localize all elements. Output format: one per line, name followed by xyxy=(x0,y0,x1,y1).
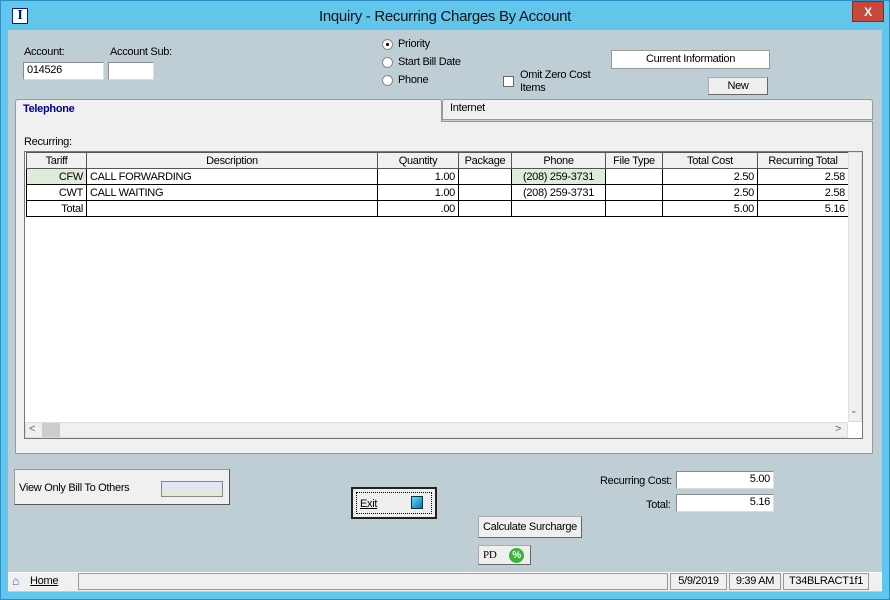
status-time: 9:39 AM xyxy=(729,573,781,590)
status-code: T34BLRACT1f1 xyxy=(783,573,869,590)
account-sub-input[interactable] xyxy=(108,62,154,80)
table-row[interactable]: CWT CALL WAITING 1.00 (208) 259-3731 2.5… xyxy=(26,184,849,201)
cell-recurring-total: 2.58 xyxy=(757,184,849,201)
cell-quantity: 1.00 xyxy=(377,168,459,185)
cell-package xyxy=(458,168,512,185)
status-message xyxy=(78,573,668,590)
tab-internet[interactable]: Internet xyxy=(442,99,873,120)
cell-recurring-total: 5.16 xyxy=(757,200,849,217)
cell-tariff: CWT xyxy=(26,184,87,201)
scroll-left-icon[interactable]: < xyxy=(29,423,35,435)
cell-file-type xyxy=(605,168,663,185)
cell-file-type xyxy=(605,200,663,217)
status-date: 5/9/2019 xyxy=(670,573,727,590)
view-only-label: View Only Bill To Others xyxy=(19,482,130,494)
cell-phone: (208) 259-3731 xyxy=(511,184,606,201)
current-information: Current Information xyxy=(611,50,770,69)
cell-description xyxy=(86,200,378,217)
cell-total-cost: 5.00 xyxy=(662,200,758,217)
close-button[interactable]: X xyxy=(852,1,884,22)
cell-quantity: .00 xyxy=(377,200,459,217)
exit-label: Exit xyxy=(360,498,378,510)
radio-phone-label: Phone xyxy=(398,74,429,86)
recurring-cost-field: 5.00 xyxy=(676,471,774,489)
pd-label: PD xyxy=(483,549,497,561)
account-sub-label: Account Sub: xyxy=(110,46,172,58)
cell-package xyxy=(458,184,512,201)
cell-tariff: CFW xyxy=(26,168,87,185)
radio-start-bill-date-label: Start Bill Date xyxy=(398,56,461,68)
omit-zero-checkbox[interactable] xyxy=(503,76,514,87)
col-package[interactable]: Package xyxy=(458,152,512,169)
calculate-surcharge-button[interactable]: Calculate Surcharge xyxy=(478,516,582,538)
pd-button[interactable]: PD % xyxy=(478,545,531,565)
exit-button[interactable]: Exit xyxy=(351,487,437,519)
view-only-legend[interactable] xyxy=(161,481,223,497)
cell-description: CALL FORWARDING xyxy=(86,168,378,185)
table-row-total[interactable]: Total .00 5.00 5.16 xyxy=(26,200,849,217)
total-field: 5.16 xyxy=(676,494,774,512)
vertical-scrollbar[interactable] xyxy=(848,152,862,422)
cell-total-cost: 2.50 xyxy=(662,168,758,185)
radio-start-bill-date[interactable] xyxy=(382,57,393,68)
col-total-cost[interactable]: Total Cost xyxy=(662,152,758,169)
account-label: Account: xyxy=(24,46,65,58)
cell-phone xyxy=(511,200,606,217)
recurring-label: Recurring: xyxy=(24,136,72,148)
scroll-right-icon[interactable]: > xyxy=(835,423,841,435)
col-quantity[interactable]: Quantity xyxy=(377,152,459,169)
home-icon[interactable]: ⌂ xyxy=(12,574,19,588)
cell-quantity: 1.00 xyxy=(377,184,459,201)
radio-priority-label: Priority xyxy=(398,38,430,50)
radio-phone[interactable] xyxy=(382,75,393,86)
cell-recurring-total: 2.58 xyxy=(757,168,849,185)
tab-telephone[interactable]: Telephone xyxy=(15,99,442,122)
window-title: Inquiry - Recurring Charges By Account xyxy=(318,8,572,25)
table-row[interactable]: CFW CALL FORWARDING 1.00 (208) 259-3731 … xyxy=(26,168,849,185)
horizontal-scrollbar[interactable] xyxy=(25,422,848,438)
percent-icon: % xyxy=(509,548,524,563)
total-label: Total: xyxy=(646,499,671,511)
col-tariff[interactable]: Tariff xyxy=(26,152,87,169)
exit-icon xyxy=(411,496,423,509)
account-input[interactable]: 014526 xyxy=(23,62,104,80)
cell-tariff: Total xyxy=(26,200,87,217)
radio-priority[interactable] xyxy=(382,39,393,50)
recurring-table: Tariff Description Quantity Package Phon… xyxy=(26,152,849,217)
scroll-thumb[interactable] xyxy=(42,423,60,437)
col-recurring-total[interactable]: Recurring Total xyxy=(757,152,849,169)
app-icon: I xyxy=(12,8,28,24)
scroll-down-icon[interactable]: ⌄ xyxy=(850,405,858,416)
cell-file-type xyxy=(605,184,663,201)
cell-phone: (208) 259-3731 xyxy=(511,168,606,185)
cell-description: CALL WAITING xyxy=(86,184,378,201)
new-button[interactable]: New xyxy=(708,77,768,95)
cell-total-cost: 2.50 xyxy=(662,184,758,201)
cell-package xyxy=(458,200,512,217)
col-phone[interactable]: Phone xyxy=(511,152,606,169)
home-button[interactable]: Home xyxy=(30,575,58,587)
recurring-cost-label: Recurring Cost: xyxy=(600,475,672,487)
col-file-type[interactable]: File Type xyxy=(605,152,663,169)
omit-zero-label: Omit Zero Cost Items xyxy=(520,69,591,94)
col-description[interactable]: Description xyxy=(86,152,378,169)
table-header: Tariff Description Quantity Package Phon… xyxy=(26,152,849,169)
